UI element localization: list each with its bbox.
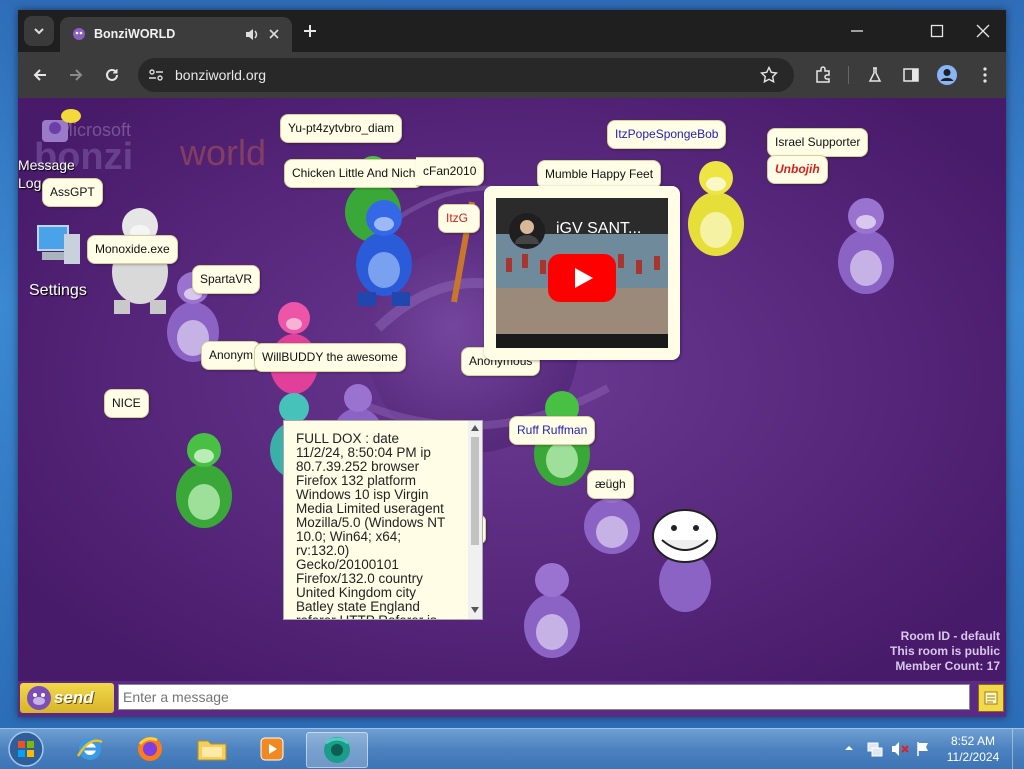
tab-search-button[interactable] <box>24 16 54 46</box>
clock-time: 8:52 AM <box>950 734 996 748</box>
youtube-play-icon[interactable] <box>548 254 616 302</box>
room-public-status: This room is public <box>889 644 1000 658</box>
start-button-icon[interactable] <box>6 729 46 769</box>
bonzi-character-yellow[interactable] <box>678 156 754 268</box>
bonziworld-room: Microsoft bonzi world Message Log Settin… <box>18 98 1006 717</box>
tab-bar: BonziWORLD <box>18 10 1006 52</box>
name-tag-yu[interactable]: Yu-pt4zytvbro_diam <box>280 114 403 143</box>
name-tag-cfan[interactable]: cFan2010 <box>416 157 485 186</box>
name-tag-sparta[interactable]: SpartaVR <box>192 265 261 294</box>
name-tag-mumble[interactable]: Mumble Happy Feet <box>537 160 662 189</box>
bonzi-send-icon <box>27 686 51 710</box>
dox-scrollbar[interactable] <box>468 421 482 619</box>
name-tag-anonymous-left[interactable]: Anonym <box>201 341 262 370</box>
desktop-edge-icon-label <box>0 60 16 80</box>
bonzi-favicon-icon <box>73 28 85 40</box>
kebab-menu-icon[interactable] <box>976 66 994 84</box>
firefox-icon <box>138 737 162 761</box>
side-panel-icon[interactable] <box>902 66 920 84</box>
notepad-icon <box>984 691 998 705</box>
new-tab-icon[interactable] <box>302 23 318 39</box>
bonzi-character-green-left[interactable] <box>166 428 242 540</box>
browser-toolbar: bonziworld.org <box>18 52 1006 98</box>
media-player-icon <box>260 737 284 761</box>
bonzi-character-troll[interactable] <box>650 508 720 618</box>
send-button[interactable]: send <box>20 683 114 713</box>
channel-avatar-icon[interactable] <box>508 212 546 250</box>
back-arrow-icon[interactable] <box>32 67 48 83</box>
action-center-flag-icon[interactable] <box>914 740 932 758</box>
logo-world-text: world <box>180 132 267 173</box>
name-tag-unbojih[interactable]: Unbojih <box>767 155 828 184</box>
youtube-embed-bubble: iGV SANT... <box>484 186 680 360</box>
emoji-button[interactable] <box>978 684 1004 712</box>
scroll-up-icon[interactable] <box>471 425 479 431</box>
bonzi-character-blue[interactable] <box>344 194 424 310</box>
maximize-icon[interactable] <box>930 24 944 38</box>
room-info: Room ID - default This room is public Me… <box>890 629 1000 674</box>
network-icon[interactable] <box>866 740 884 758</box>
bonzi-character-purple-right[interactable] <box>826 192 906 308</box>
address-bar[interactable]: bonziworld.org <box>138 58 794 92</box>
settings-label[interactable]: Settings <box>29 282 87 300</box>
windows-taskbar: 8:52 AM 11/2/2024 <box>0 728 1024 769</box>
internet-explorer-icon <box>76 738 103 760</box>
taskbar-ie[interactable] <box>68 732 112 766</box>
member-count: Member Count: 17 <box>895 659 1000 673</box>
clock-date: 11/2/2024 <box>946 750 1000 764</box>
scroll-thumb[interactable] <box>471 437 479 545</box>
show-hidden-icons-icon[interactable] <box>844 743 854 753</box>
browser-window: BonziWORLD bonziworld.org Microsoft bonz… <box>18 10 1006 717</box>
room-id: Room ID - default <box>900 629 1000 643</box>
name-tag-ruff[interactable]: Ruff Ruffman <box>509 416 596 445</box>
name-tag-willbuddy[interactable]: WillBUDDY the awesome <box>254 343 406 372</box>
name-tag-israel[interactable]: Israel Supporter <box>767 128 869 157</box>
tab-bonziworld[interactable]: BonziWORLD <box>60 17 292 52</box>
youtube-video-player[interactable]: iGV SANT... <box>496 198 668 348</box>
bonzi-character-purple-bottom[interactable] <box>514 558 590 668</box>
name-tag-nice[interactable]: NICE <box>104 389 149 418</box>
tab-title: BonziWORLD <box>94 27 176 41</box>
send-label: send <box>54 688 94 707</box>
name-tag-itzpope[interactable]: ItzPopeSpongeBob <box>607 120 727 149</box>
taskbar-chrome-active[interactable] <box>306 732 368 768</box>
clock[interactable]: 8:52 AM 11/2/2024 <box>938 733 1008 765</box>
labs-flask-icon[interactable] <box>866 66 884 84</box>
taskbar-media-player[interactable] <box>250 732 294 766</box>
name-tag-assgpt[interactable]: AssGPT <box>42 178 103 207</box>
video-title[interactable]: iGV SANT... <box>556 220 641 238</box>
close-window-icon[interactable] <box>976 24 990 38</box>
chevron-down-icon <box>34 28 44 35</box>
settings-computer-icon[interactable] <box>34 222 84 268</box>
scroll-down-icon[interactable] <box>471 607 479 613</box>
minimize-icon[interactable] <box>850 24 864 38</box>
show-desktop-button[interactable] <box>1012 729 1024 769</box>
taskbar-explorer[interactable] <box>190 732 234 766</box>
dox-message-text: FULL DOX : date 11/2/24, 8:50:04 PM ip 8… <box>296 431 446 620</box>
profile-avatar-icon[interactable] <box>936 64 958 86</box>
message-log-icon[interactable] <box>36 104 84 150</box>
address-text: bonziworld.org <box>175 67 267 83</box>
bookmark-star-icon[interactable] <box>760 66 778 84</box>
name-tag-augh[interactable]: æügh <box>587 470 634 499</box>
folder-icon <box>197 740 227 761</box>
toolbar-divider <box>848 66 849 84</box>
extensions-icon[interactable] <box>814 66 832 84</box>
dox-message-bubble[interactable]: FULL DOX : date 11/2/24, 8:50:04 PM ip 8… <box>283 420 483 620</box>
forward-arrow-icon[interactable] <box>68 67 84 83</box>
taskbar-firefox[interactable] <box>128 732 172 766</box>
name-tag-itzg[interactable]: ItzG <box>438 204 480 233</box>
site-settings-icon[interactable] <box>148 68 164 82</box>
reload-icon[interactable] <box>104 67 120 83</box>
close-tab-icon[interactable] <box>268 28 280 40</box>
name-tag-monoxide[interactable]: Monoxide.exe <box>87 235 178 264</box>
speaker-icon[interactable] <box>244 27 259 42</box>
chrome-icon <box>324 737 350 763</box>
volume-muted-icon[interactable] <box>890 740 910 758</box>
chat-bar: send <box>18 681 1006 717</box>
name-tag-chicken[interactable]: Chicken Little And Nich <box>284 159 424 188</box>
message-input[interactable] <box>118 684 970 710</box>
